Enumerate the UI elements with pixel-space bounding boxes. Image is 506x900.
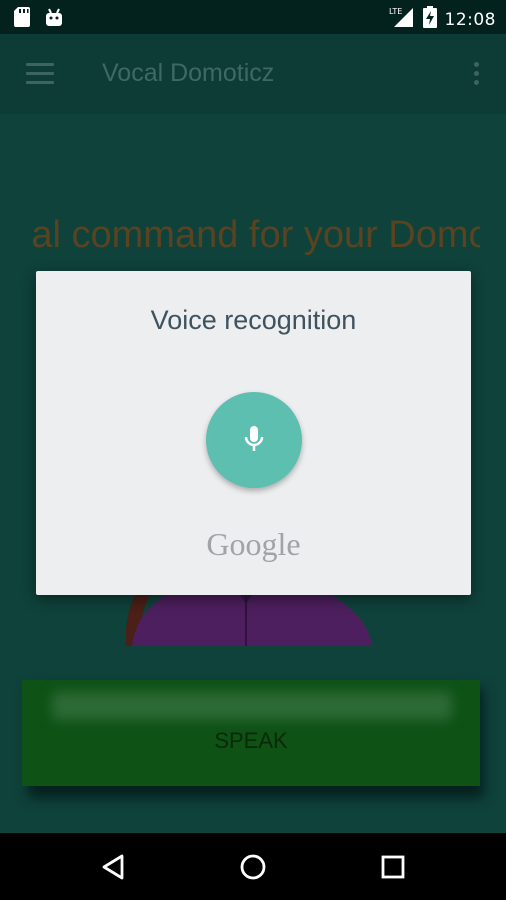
microphone-icon [244,426,264,451]
clock: 12:08 [444,9,496,30]
android-icon [44,7,64,32]
recents-icon [381,855,405,879]
recents-button[interactable] [353,833,433,900]
speak-label: SPEAK [214,728,288,753]
status-bar: LTE 12:08 [0,0,506,34]
headline-text: Vocal command for your Domoticz [30,214,480,256]
sd-card-icon [14,7,30,32]
back-button[interactable] [74,833,154,900]
home-icon [240,854,266,880]
lte-signal-icon: LTE [389,6,415,33]
app-title: Vocal Domoticz [102,59,275,87]
battery-charging-icon [422,6,437,33]
navigation-bar [0,833,506,900]
network-label: LTE [389,7,402,16]
back-icon [102,854,124,880]
voice-recognition-dialog: Voice recognition Google [36,271,471,595]
microphone-button[interactable] [206,392,302,488]
speak-button[interactable]: SPEAK [22,680,480,786]
home-button[interactable] [213,833,293,900]
menu-icon[interactable] [26,63,54,85]
app-bar: Vocal Domoticz [0,34,506,114]
overflow-icon[interactable] [472,62,480,88]
google-logo: Google [206,526,301,562]
dialog-title: Voice recognition [150,305,357,335]
speak-button-highlight [52,692,452,720]
headline-container: Vocal command for your Domoticz [30,214,480,274]
